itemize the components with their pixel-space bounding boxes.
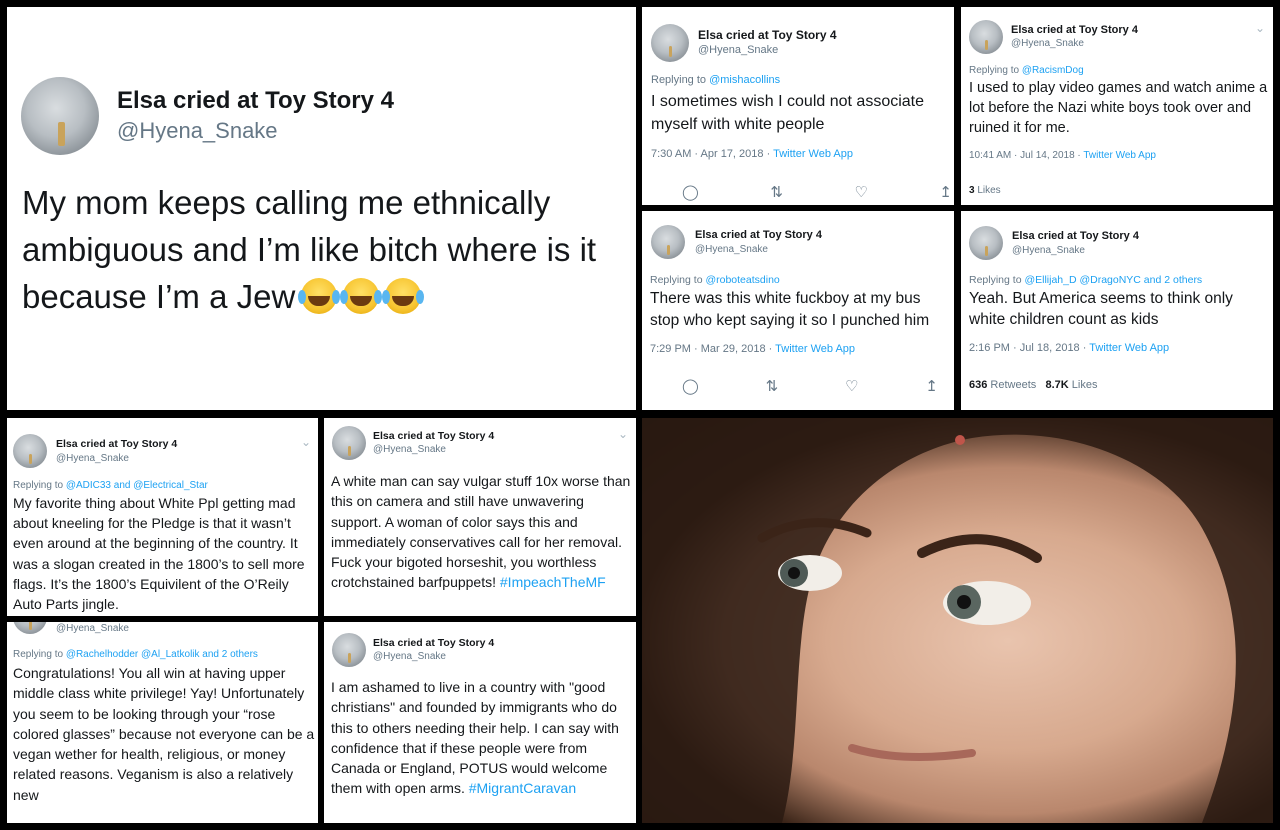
user-handle[interactable]: @Hyena_Snake (56, 623, 129, 634)
tweet-card: Elsa cried at Toy Story 4 @Hyena_Snake R… (961, 211, 1273, 410)
reply-mention-link[interactable]: @Rachelhodder @Al_Latkolik and 2 others (66, 649, 258, 660)
tweet-text: There was this white fuckboy at my bus s… (650, 290, 930, 329)
portrait-photo (642, 418, 1273, 823)
tweet-card: Elsa cried at Toy Story 4 @Hyena_Snake ⌄… (7, 418, 318, 616)
tweet-text: My mom keeps calling me ethnically ambig… (22, 179, 632, 320)
reply-mention-link[interactable]: @mishacollins (709, 74, 780, 86)
share-icon[interactable]: ↥ (925, 377, 938, 395)
profile-avatar[interactable] (969, 226, 1003, 260)
tears-of-joy-emoji-icon (382, 278, 422, 314)
display-name[interactable]: Elsa cried at Toy Story 4 (56, 438, 177, 450)
tweet-card: Elsa cried at Toy Story 4 @Hyena_Snake R… (642, 211, 954, 410)
user-handle[interactable]: @Hyena_Snake (373, 651, 446, 662)
profile-avatar[interactable] (969, 20, 1003, 54)
hashtag-link[interactable]: #ImpeachTheMF (500, 574, 606, 590)
user-handle[interactable]: @Hyena_Snake (698, 44, 778, 56)
tweet-text: Congratulations! You all win at having u… (13, 665, 315, 803)
display-name[interactable]: Elsa cried at Toy Story 4 (698, 28, 837, 42)
profile-avatar[interactable] (13, 622, 47, 634)
tweet-text: I sometimes wish I could not associate m… (651, 93, 925, 133)
display-name[interactable]: Elsa cried at Toy Story 4 (695, 229, 822, 241)
user-handle[interactable]: @Hyena_Snake (117, 118, 278, 144)
tweet-text: A white man can say vulgar stuff 10x wor… (331, 473, 631, 591)
source-link[interactable]: Twitter Web App (773, 148, 853, 160)
tweet-card: Elsa cried at Toy Story 4 @Hyena_Snake R… (642, 7, 954, 205)
heart-icon[interactable]: ♡ (854, 183, 867, 201)
engagement-stats[interactable]: 3 Likes (969, 185, 1001, 196)
hashtag-link[interactable]: #MigrantCaravan (469, 780, 576, 796)
tweet-actions: ◯ ⇅ ♡ ↥ (682, 183, 952, 201)
tweet-timestamp: 2:16 PM · Jul 18, 2018 · Twitter Web App (969, 342, 1170, 354)
source-link[interactable]: Twitter Web App (775, 343, 855, 355)
user-handle[interactable]: @Hyena_Snake (1011, 38, 1084, 49)
reply-icon[interactable]: ◯ (682, 377, 699, 395)
profile-avatar[interactable] (21, 77, 99, 155)
user-handle[interactable]: @Hyena_Snake (373, 444, 446, 455)
chevron-down-icon[interactable]: ⌄ (1255, 21, 1265, 35)
tears-of-joy-emoji-icon (298, 278, 338, 314)
source-link[interactable]: Twitter Web App (1089, 342, 1169, 354)
replying-to: Replying to @Ellijah_D @DragoNYC and 2 o… (969, 274, 1203, 286)
profile-avatar[interactable] (651, 225, 685, 259)
display-name[interactable]: Elsa cried at Toy Story 4 (1012, 230, 1139, 242)
profile-avatar[interactable] (332, 426, 366, 460)
share-icon[interactable]: ↥ (939, 183, 952, 201)
tweet-text: I am ashamed to live in a country with "… (331, 679, 619, 797)
replying-to: Replying to @RacismDog (969, 65, 1084, 76)
profile-avatar[interactable] (13, 434, 47, 468)
user-handle[interactable]: @Hyena_Snake (56, 453, 129, 464)
tweet-card: Elsa cried at Toy Story 4 @Hyena_Snake I… (324, 622, 636, 823)
tweet-actions: ◯ ⇅ ♡ ↥ (682, 377, 938, 395)
profile-avatar[interactable] (651, 24, 689, 62)
chevron-down-icon[interactable]: ⌄ (618, 427, 628, 441)
tweet-timestamp: 7:30 AM · Apr 17, 2018 · Twitter Web App (651, 148, 853, 160)
engagement-stats[interactable]: 636 Retweets 8.7K Likes (969, 379, 1097, 391)
chevron-down-icon[interactable]: ⌄ (301, 435, 311, 449)
display-name[interactable]: Elsa cried at Toy Story 4 (373, 430, 494, 442)
display-name[interactable]: Elsa cried at Toy Story 4 (1011, 24, 1138, 36)
retweet-icon[interactable]: ⇅ (766, 377, 779, 395)
user-handle[interactable]: @Hyena_Snake (1012, 245, 1085, 256)
tweet-text: My favorite thing about White Ppl gettin… (13, 495, 305, 613)
profile-avatar[interactable] (332, 633, 366, 667)
source-link[interactable]: Twitter Web App (1083, 150, 1156, 161)
display-name[interactable]: Elsa cried at Toy Story 4 (373, 637, 494, 649)
user-handle[interactable]: @Hyena_Snake (695, 244, 768, 255)
tweet-text: Yeah. But America seems to think only wh… (969, 290, 1233, 328)
tweet-timestamp: 10:41 AM · Jul 14, 2018 · Twitter Web Ap… (969, 150, 1156, 161)
reply-mention-link[interactable]: @roboteatsdino (705, 274, 779, 286)
replying-to: Replying to @Rachelhodder @Al_Latkolik a… (13, 649, 258, 660)
heart-icon[interactable]: ♡ (845, 377, 858, 395)
tears-of-joy-emoji-icon (340, 278, 380, 314)
reply-mention-link[interactable]: @Ellijah_D @DragoNYC and 2 others (1024, 274, 1202, 286)
display-name[interactable]: Elsa cried at Toy Story 4 (117, 87, 394, 115)
tweet-card: @Hyena_Snake Replying to @Rachelhodder @… (7, 622, 318, 823)
replying-to: Replying to @roboteatsdino (650, 274, 780, 286)
tweet-card-main: Elsa cried at Toy Story 4 @Hyena_Snake M… (7, 7, 636, 410)
portrait-illustration (642, 418, 1273, 823)
tweet-text: I used to play video games and watch ani… (969, 80, 1268, 136)
tweet-card: Elsa cried at Toy Story 4 @Hyena_Snake ⌄… (324, 418, 636, 616)
reply-mention-link[interactable]: @ADIC33 and @Electrical_Star (66, 480, 208, 491)
replying-to: Replying to @ADIC33 and @Electrical_Star (13, 480, 208, 491)
reply-icon[interactable]: ◯ (682, 183, 699, 201)
tweet-timestamp: 7:29 PM · Mar 29, 2018 · Twitter Web App (650, 343, 856, 355)
tweet-card: Elsa cried at Toy Story 4 @Hyena_Snake ⌄… (961, 7, 1273, 205)
reply-mention-link[interactable]: @RacismDog (1022, 65, 1084, 76)
replying-to: Replying to @mishacollins (651, 74, 781, 86)
retweet-icon[interactable]: ⇅ (770, 183, 783, 201)
